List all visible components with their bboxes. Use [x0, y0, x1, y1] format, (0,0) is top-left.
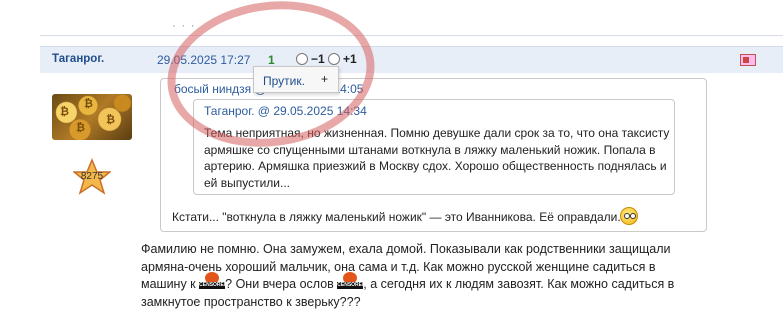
post-header: Таганрог. 29.05.2025 17:27 1 −1 +1	[40, 46, 783, 73]
vote-plus-label: +1	[343, 52, 357, 66]
rating-star-badge: 8275	[71, 158, 113, 196]
vote-minus-radio[interactable]: −1	[296, 52, 325, 66]
post-body-line: машину к CENSORED? Они вчера ослов CENSO…	[141, 272, 741, 294]
cool-smiley-icon	[620, 207, 638, 225]
censored-smiley-icon: CENSORED	[337, 272, 366, 290]
divider	[40, 35, 783, 36]
inner-quote-text: Тема неприятная, но жизненная. Помню дев…	[204, 126, 670, 190]
message-flag-icon[interactable]	[740, 54, 756, 66]
post-body: Фамилию не помню. Она замужем, ехала дом…	[141, 241, 741, 310]
post-body-line: армяна-очень хороший мальчик, она сама и…	[141, 259, 656, 274]
post-body-fragment: машину к	[141, 277, 196, 291]
post-body-fragment: , а сегодня их к людям завозят. Как можн…	[363, 277, 675, 291]
avatar: ₿ ₿ ₿ ₿	[52, 94, 132, 140]
popup-user-link[interactable]: Прутик.	[263, 74, 305, 88]
post-author[interactable]: Таганрог.	[52, 53, 104, 65]
top-ellipsis: · · ·	[172, 18, 196, 32]
radio-icon[interactable]	[328, 53, 340, 65]
post-score: 1	[268, 53, 275, 67]
rating-popup[interactable]: Прутик. +	[253, 66, 339, 93]
post-body-fragment: ? Они вчера ослов	[225, 277, 334, 291]
inner-quote-header[interactable]: Таганрог. @ 29.05.2025 14:34	[204, 104, 367, 118]
vote-plus-radio[interactable]: +1	[328, 52, 357, 66]
censored-label: CENSORED	[337, 282, 366, 289]
censored-smiley-icon: CENSORED	[199, 272, 228, 290]
radio-icon[interactable]	[296, 53, 308, 65]
post-body-line: Фамилию не помню. Она замужем, ехала дом…	[141, 242, 671, 256]
outer-quote-reply: Кстати... "воткнула в ляжку маленький но…	[172, 210, 621, 224]
star-count: 8275	[80, 171, 104, 182]
post-body-line: замкнутое пространство к зверьку???	[141, 294, 361, 309]
censored-label: CENSORED	[199, 282, 228, 289]
popup-plus-value: +	[321, 72, 329, 86]
vote-minus-label: −1	[311, 52, 325, 66]
post-date[interactable]: 29.05.2025 17:27	[157, 53, 250, 67]
